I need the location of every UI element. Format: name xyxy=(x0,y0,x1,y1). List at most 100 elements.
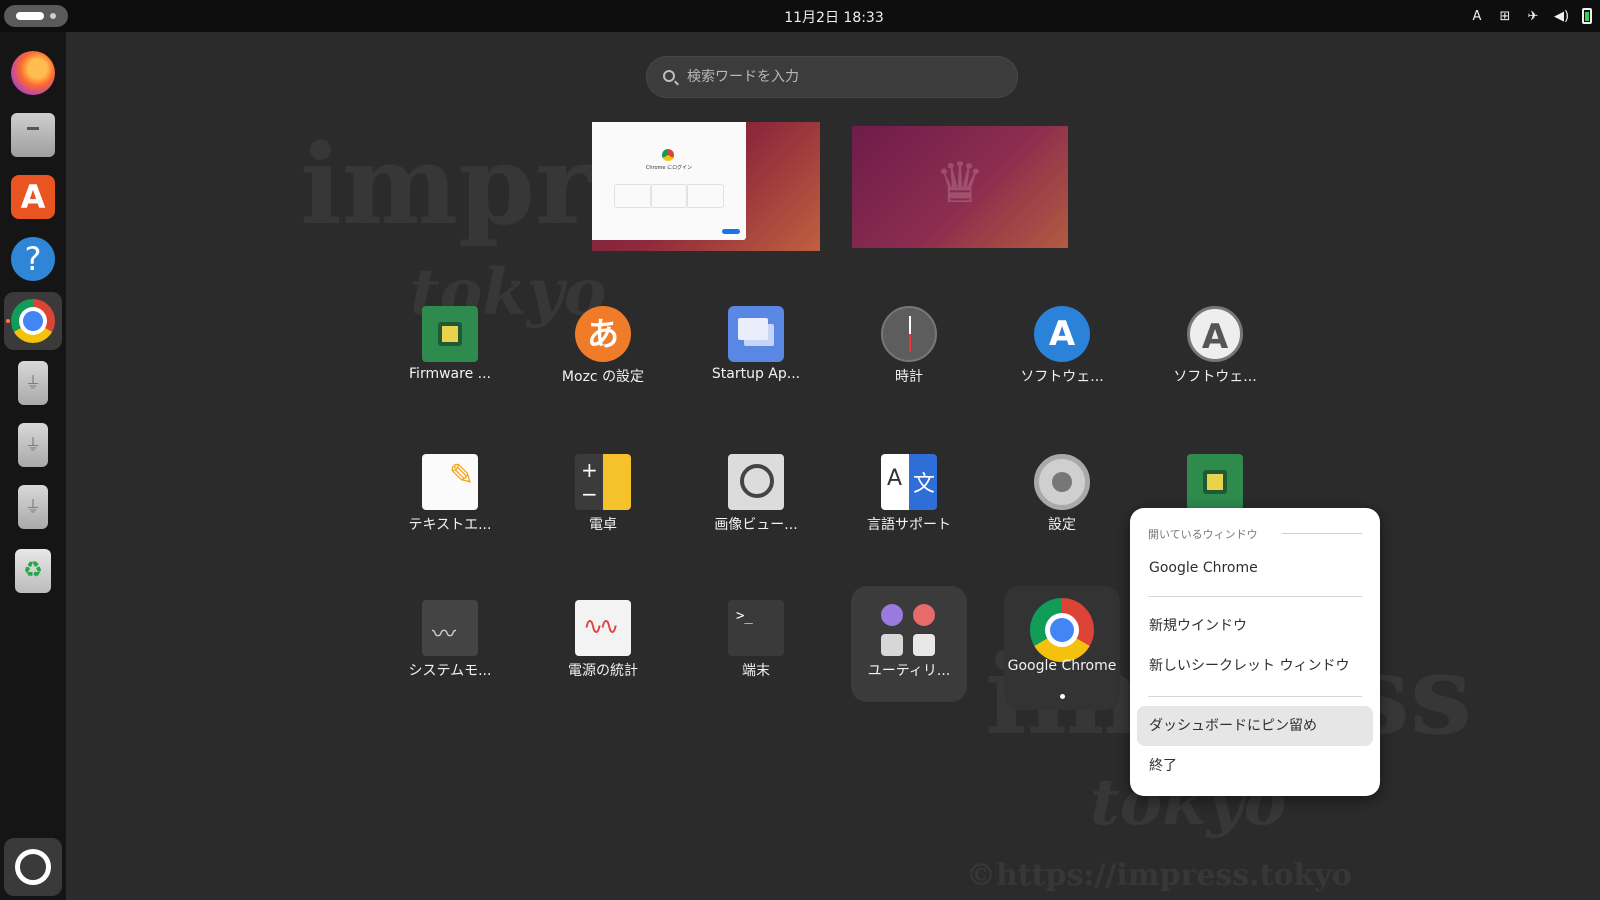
dock-help[interactable]: ? xyxy=(4,230,62,288)
menu-item-new-incognito-window[interactable]: 新しいシークレット ウィンドウ xyxy=(1137,646,1373,686)
workspace-indicator-dot xyxy=(50,13,56,19)
airplane-mode-icon[interactable]: ✈ xyxy=(1526,9,1540,24)
search-icon xyxy=(663,70,675,82)
app-label: 設定 xyxy=(1048,517,1076,533)
app-label: Mozc の設定 xyxy=(561,369,645,385)
input-method-indicator[interactable]: A xyxy=(1470,9,1484,24)
folder-app-icon xyxy=(913,634,935,656)
app-calculator[interactable]: 電卓 xyxy=(537,440,669,556)
software-properties-icon: A xyxy=(1187,306,1243,362)
app-label: 時計 xyxy=(895,369,923,385)
startup-applications-icon xyxy=(728,306,784,362)
search-bar[interactable] xyxy=(646,56,1018,98)
dock: A ? ♻ xyxy=(0,32,66,900)
app-mozc-settings[interactable]: あ Mozc の設定 xyxy=(537,292,669,408)
power-statistics-icon xyxy=(575,600,631,656)
usb-drive-icon xyxy=(18,485,48,529)
mozc-icon: あ xyxy=(575,306,631,362)
activities-button[interactable] xyxy=(4,5,68,27)
crown-icon: ♛ xyxy=(934,151,986,216)
app-clock[interactable]: 時計 xyxy=(843,292,975,408)
workspace-thumbnail-2[interactable]: ♛ xyxy=(852,126,1068,248)
app-label: ソフトウェ... xyxy=(1020,369,1104,385)
preview-card xyxy=(650,184,688,208)
chrome-icon xyxy=(1030,598,1094,662)
dock-google-chrome[interactable] xyxy=(4,292,62,350)
menu-item-quit[interactable]: 終了 xyxy=(1137,746,1373,786)
language-support-icon xyxy=(881,454,937,510)
folder-app-icon xyxy=(913,604,935,626)
chrome-logo-icon xyxy=(662,149,674,161)
settings-icon xyxy=(1034,454,1090,510)
app-image-viewer[interactable]: 画像ビュー... xyxy=(690,440,822,556)
app-language-support[interactable]: 言語サポート xyxy=(843,440,975,556)
terminal-icon xyxy=(728,600,784,656)
firmware-icon xyxy=(1187,454,1243,510)
app-google-chrome[interactable]: Google Chrome xyxy=(1004,586,1120,710)
calculator-icon xyxy=(575,454,631,510)
menu-item-open-window[interactable]: Google Chrome xyxy=(1137,548,1373,588)
app-system-monitor[interactable]: システムモ... xyxy=(384,586,516,702)
files-icon xyxy=(11,113,55,157)
app-label: ユーティリ... xyxy=(867,663,951,679)
app-label: 電源の統計 xyxy=(568,663,638,679)
app-software-2[interactable]: A ソフトウェ... xyxy=(1149,292,1281,408)
dock-trash[interactable]: ♻ xyxy=(4,542,62,600)
battery-icon[interactable] xyxy=(1582,8,1592,24)
app-context-menu: 開いているウィンドウ Google Chrome 新規ウインドウ 新しいシークレ… xyxy=(1130,508,1380,796)
top-bar: 11月2日 18:33 A ⊞ ✈ ◀) xyxy=(0,0,1600,32)
app-label: Firmware ... xyxy=(409,366,491,382)
network-icon[interactable]: ⊞ xyxy=(1498,9,1512,24)
usb-drive-icon xyxy=(18,361,48,405)
firefox-icon xyxy=(11,51,55,95)
app-power-statistics[interactable]: 電源の統計 xyxy=(537,586,669,702)
folder-app-icon xyxy=(881,634,903,656)
folder-app-icon xyxy=(881,604,903,626)
system-monitor-icon xyxy=(422,600,478,656)
app-settings[interactable]: 設定 xyxy=(996,440,1128,556)
dock-usb-drive-3[interactable] xyxy=(4,478,62,536)
app-label: 言語サポート xyxy=(867,517,951,533)
app-label: テキストエ... xyxy=(408,517,492,533)
app-software-1[interactable]: A ソフトウェ... xyxy=(996,292,1128,408)
help-icon: ? xyxy=(11,237,55,281)
chrome-window-title: Chrome にログイン xyxy=(645,165,693,171)
show-apps-button[interactable] xyxy=(4,838,62,896)
volume-icon[interactable]: ◀) xyxy=(1554,9,1569,24)
app-label: 画像ビュー... xyxy=(714,517,798,533)
app-label: ソフトウェ... xyxy=(1173,369,1257,385)
open-windows-section-title: 開いているウィンドウ xyxy=(1148,528,1258,541)
app-terminal[interactable]: 端末 xyxy=(690,586,822,702)
text-editor-icon xyxy=(422,454,478,510)
utilities-folder-icon xyxy=(877,602,941,658)
app-folder-utilities[interactable]: ユーティリ... xyxy=(851,586,967,702)
system-tray[interactable]: A ⊞ ✈ ◀) xyxy=(1470,6,1592,26)
search-input[interactable] xyxy=(687,57,1007,97)
menu-item-pin-to-dash[interactable]: ダッシュボードにピン留め xyxy=(1137,706,1373,746)
firmware-icon xyxy=(422,306,478,362)
app-label: 端末 xyxy=(742,663,770,679)
dock-firefox[interactable] xyxy=(4,44,62,102)
running-indicator xyxy=(1060,694,1065,699)
dock-usb-drive-1[interactable] xyxy=(4,354,62,412)
image-viewer-icon xyxy=(728,454,784,510)
dock-files[interactable] xyxy=(4,106,62,164)
divider xyxy=(1282,533,1362,534)
chrome-window-preview[interactable]: Chrome にログイン xyxy=(592,122,746,240)
menu-item-new-window[interactable]: 新規ウインドウ xyxy=(1137,606,1373,646)
workspace-indicator-active xyxy=(16,12,44,20)
workspace-thumbnail-1[interactable]: Chrome にログイン xyxy=(592,122,820,251)
usb-drive-icon xyxy=(18,423,48,467)
app-label: 電卓 xyxy=(589,517,617,533)
app-startup-applications[interactable]: Startup Ap... xyxy=(690,292,822,408)
software-updater-icon: A xyxy=(1034,306,1090,362)
app-label: Google Chrome xyxy=(1007,658,1117,674)
chrome-icon xyxy=(11,299,55,343)
app-label: システムモ... xyxy=(408,663,492,679)
running-indicator xyxy=(6,319,10,323)
dock-app-center[interactable]: A xyxy=(4,168,62,226)
dock-usb-drive-2[interactable] xyxy=(4,416,62,474)
clock[interactable]: 11月2日 18:33 xyxy=(760,7,908,27)
app-firmware[interactable]: Firmware ... xyxy=(384,292,516,408)
app-text-editor[interactable]: テキストエ... xyxy=(384,440,516,556)
